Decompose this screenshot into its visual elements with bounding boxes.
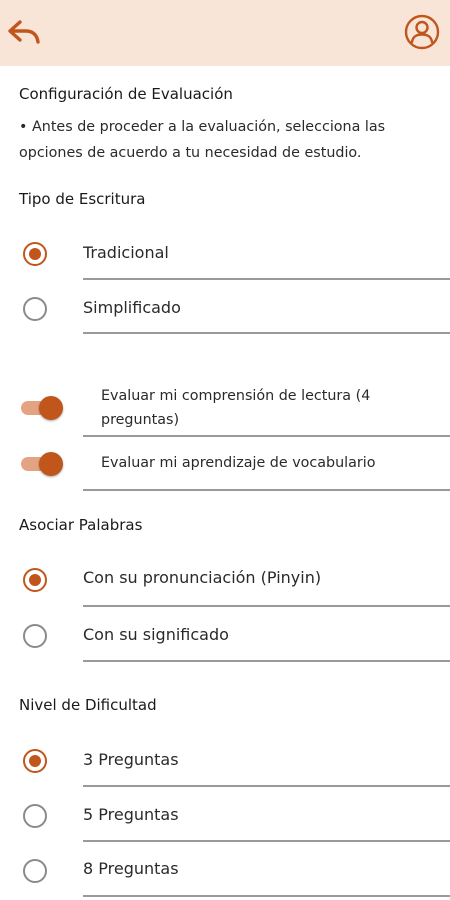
divider	[83, 785, 450, 787]
option-pronunciation[interactable]: Con su pronunciación (Pinyin)	[0, 556, 450, 607]
radio-button[interactable]	[23, 242, 47, 266]
divider	[83, 605, 450, 607]
divider	[83, 895, 450, 897]
option-label: Tradicional	[83, 243, 169, 262]
toggle-knob	[39, 396, 63, 420]
option-label: Con su significado	[83, 625, 229, 644]
option-label: 8 Preguntas	[83, 859, 179, 878]
writing-type-title: Tipo de Escritura	[19, 190, 146, 208]
radio-button[interactable]	[23, 568, 47, 592]
option-label: 5 Preguntas	[83, 805, 179, 824]
difficulty-title: Nivel de Dificultad	[19, 696, 157, 714]
vocabulary-toggle[interactable]	[21, 452, 65, 476]
option-meaning[interactable]: Con su significado	[0, 612, 450, 662]
reading-comprehension-label: Evaluar mi comprensión de lectura (4 pre…	[101, 388, 371, 428]
option-tradicional[interactable]: Tradicional	[0, 230, 450, 280]
radio-button[interactable]	[23, 859, 47, 883]
intro-text: • Antes de proceder a la evaluación, sel…	[19, 119, 386, 161]
radio-button[interactable]	[23, 749, 47, 773]
associate-words-title: Asociar Palabras	[19, 516, 143, 534]
divider	[83, 435, 450, 437]
radio-button[interactable]	[23, 624, 47, 648]
option-8-questions[interactable]: 8 Preguntas	[0, 847, 450, 897]
user-profile-icon[interactable]	[404, 14, 440, 50]
divider	[83, 489, 450, 491]
divider	[83, 332, 450, 334]
vocabulary-label: Evaluar mi aprendizaje de vocabulario	[101, 455, 376, 471]
option-3-questions[interactable]: 3 Preguntas	[0, 737, 450, 787]
radio-button[interactable]	[23, 804, 47, 828]
page-title: Configuración de Evaluación	[19, 85, 233, 103]
option-5-questions[interactable]: 5 Preguntas	[0, 792, 450, 842]
option-label: Simplificado	[83, 298, 181, 317]
divider	[83, 278, 450, 280]
option-simplificado[interactable]: Simplificado	[0, 285, 450, 335]
back-arrow-icon[interactable]	[6, 16, 42, 48]
divider	[83, 660, 450, 662]
reading-comprehension-toggle[interactable]	[21, 396, 65, 420]
app-bar	[0, 0, 450, 66]
option-label: Con su pronunciación (Pinyin)	[83, 568, 322, 587]
divider	[83, 840, 450, 842]
option-label: 3 Preguntas	[83, 750, 179, 769]
toggle-knob	[39, 452, 63, 476]
radio-button[interactable]	[23, 297, 47, 321]
